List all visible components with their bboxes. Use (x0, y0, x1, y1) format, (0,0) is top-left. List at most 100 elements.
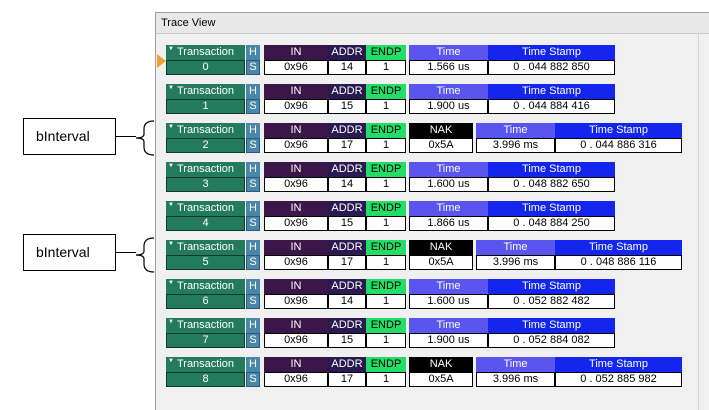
addr-header: ADDR (328, 240, 366, 255)
expand-triangle-icon[interactable]: ▼ (168, 85, 174, 91)
h-marker: H (246, 201, 260, 216)
addr-value: 14 (328, 60, 366, 75)
endp-header: ENDP (366, 84, 406, 99)
timestamp-value: 0 . 048 886 116 (555, 255, 682, 270)
time-value: 1.600 us (409, 177, 488, 192)
transaction-header[interactable]: Transaction (166, 357, 245, 372)
in-pid-value: 0x96 (264, 216, 328, 231)
expand-triangle-icon[interactable]: ▼ (168, 163, 174, 169)
timestamp-header: Time Stamp (488, 84, 615, 99)
s-marker: S (246, 138, 260, 153)
expand-triangle-icon[interactable]: ▼ (168, 358, 174, 364)
expand-triangle-icon[interactable]: ▼ (168, 319, 174, 325)
s-marker: S (246, 177, 260, 192)
window-title: Trace View (161, 17, 216, 29)
expand-triangle-icon[interactable]: ▼ (168, 202, 174, 208)
in-header: IN (264, 240, 328, 255)
endp-header: ENDP (366, 279, 406, 294)
timestamp-value: 0 . 052 882 482 (488, 294, 615, 309)
h-marker: H (246, 357, 260, 372)
s-marker: S (246, 60, 260, 75)
transaction-number: 0 (166, 60, 245, 75)
packet-row[interactable]: Transaction ▼ 0 H S IN 0x96 ADDR 14 ENDP 1 Time 1.56… (166, 45, 686, 76)
s-marker: S (246, 372, 260, 387)
timestamp-value: 0 . 044 884 416 (488, 99, 615, 114)
transaction-number: 2 (166, 138, 245, 153)
in-header: IN (264, 357, 328, 372)
time-value: 1.900 us (409, 99, 488, 114)
time-value: 1.900 us (409, 333, 488, 348)
addr-value: 17 (328, 138, 366, 153)
expand-triangle-icon[interactable]: ▼ (168, 46, 174, 52)
time-header: Time (409, 162, 488, 177)
packet-row[interactable]: Transaction ▼ 2 H S IN 0x96 ADDR 17 ENDP 1 NAK 0x5A T… (166, 123, 686, 154)
packet-row[interactable]: Transaction ▼ 1 H S IN 0x96 ADDR 15 ENDP 1 Time 1.90… (166, 84, 686, 115)
in-pid-value: 0x96 (264, 372, 328, 387)
timestamp-value: 0 . 044 886 316 (555, 138, 682, 153)
transaction-header[interactable]: Transaction (166, 201, 245, 216)
addr-header: ADDR (328, 84, 366, 99)
transaction-header[interactable]: Transaction (166, 162, 245, 177)
transaction-header[interactable]: Transaction (166, 240, 245, 255)
time-value: 3.996 ms (476, 255, 555, 270)
transaction-number: 7 (166, 333, 245, 348)
time-header: Time (409, 84, 488, 99)
vertical-scrollbar[interactable] (698, 34, 709, 410)
packet-row[interactable]: Transaction ▼ 3 H S IN 0x96 ADDR 14 ENDP 1 Time 1.60… (166, 162, 686, 193)
s-marker: S (246, 294, 260, 309)
time-header: Time (476, 123, 555, 138)
timestamp-header: Time Stamp (555, 240, 682, 255)
in-pid-value: 0x96 (264, 99, 328, 114)
addr-value: 14 (328, 177, 366, 192)
in-header: IN (264, 201, 328, 216)
binterval-brace-2 (135, 237, 155, 273)
in-pid-value: 0x96 (264, 60, 328, 75)
timestamp-value: 0 . 048 882 650 (488, 177, 615, 192)
nak-header: NAK (409, 123, 473, 138)
timestamp-header: Time Stamp (488, 279, 615, 294)
addr-header: ADDR (328, 123, 366, 138)
endp-value: 1 (366, 99, 406, 114)
endp-header: ENDP (366, 240, 406, 255)
packet-row[interactable]: Transaction ▼ 4 H S IN 0x96 ADDR 15 ENDP 1 Time 1.86… (166, 201, 686, 232)
addr-value: 17 (328, 255, 366, 270)
transaction-header[interactable]: Transaction (166, 84, 245, 99)
transaction-header[interactable]: Transaction (166, 123, 245, 138)
endp-header: ENDP (366, 357, 406, 372)
packet-row[interactable]: Transaction ▼ 8 H S IN 0x96 ADDR 17 ENDP 1 NAK 0x5A T… (166, 357, 686, 388)
time-header: Time (409, 279, 488, 294)
expand-triangle-icon[interactable]: ▼ (168, 124, 174, 130)
transaction-header[interactable]: Transaction (166, 318, 245, 333)
endp-value: 1 (366, 216, 406, 231)
h-marker: H (246, 162, 260, 177)
time-value: 1.866 us (409, 216, 488, 231)
endp-value: 1 (366, 60, 406, 75)
expand-triangle-icon[interactable]: ▼ (168, 280, 174, 286)
in-pid-value: 0x96 (264, 294, 328, 309)
transaction-number: 4 (166, 216, 245, 231)
transaction-header[interactable]: Transaction (166, 45, 245, 60)
time-value: 3.996 ms (476, 138, 555, 153)
endp-header: ENDP (366, 123, 406, 138)
time-value: 1.600 us (409, 294, 488, 309)
endp-value: 1 (366, 255, 406, 270)
addr-header: ADDR (328, 318, 366, 333)
h-marker: H (246, 279, 260, 294)
transaction-number: 5 (166, 255, 245, 270)
nak-header: NAK (409, 240, 473, 255)
timestamp-header: Time Stamp (488, 45, 615, 60)
packet-row[interactable]: Transaction ▼ 5 H S IN 0x96 ADDR 17 ENDP 1 NAK 0x5A T… (166, 240, 686, 271)
timestamp-header: Time Stamp (555, 123, 682, 138)
s-marker: S (246, 333, 260, 348)
timestamp-value: 0 . 052 884 082 (488, 333, 615, 348)
current-packet-arrow-icon (157, 54, 166, 68)
packet-row[interactable]: Transaction ▼ 6 H S IN 0x96 ADDR 14 ENDP 1 Time 1.60… (166, 279, 686, 310)
expand-triangle-icon[interactable]: ▼ (168, 241, 174, 247)
addr-value: 14 (328, 294, 366, 309)
binterval-brace-1 (135, 120, 155, 156)
in-header: IN (264, 162, 328, 177)
time-header: Time (409, 318, 488, 333)
time-header: Time (476, 240, 555, 255)
packet-row[interactable]: Transaction ▼ 7 H S IN 0x96 ADDR 15 ENDP 1 Time 1.90… (166, 318, 686, 349)
transaction-header[interactable]: Transaction (166, 279, 245, 294)
